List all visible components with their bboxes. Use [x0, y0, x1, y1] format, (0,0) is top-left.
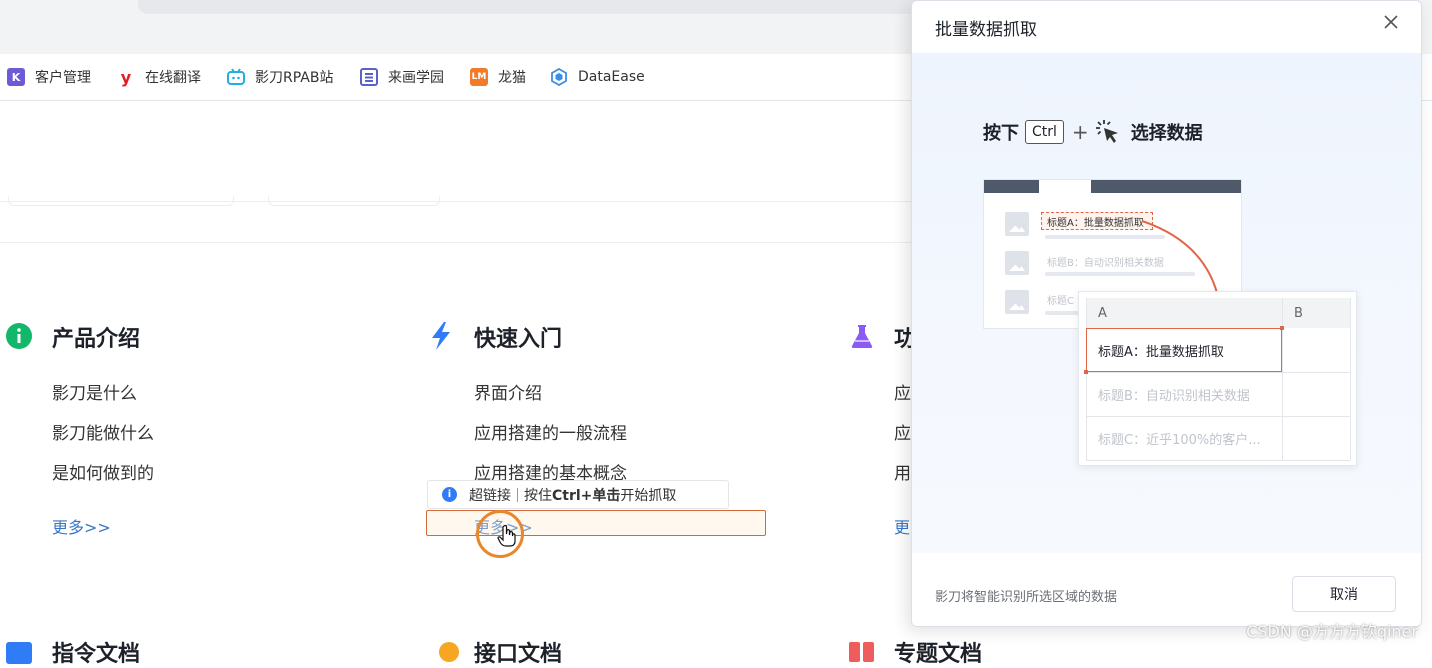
batch-capture-dialog: 批量数据抓取 按下 Ctrl + 选择数据 [911, 0, 1422, 627]
ctrl-key: Ctrl [1025, 120, 1064, 144]
more-link-feature[interactable]: 更 [894, 514, 910, 538]
bookmark-label: 龙猫 [498, 67, 526, 87]
dialog-title: 批量数据抓取 [935, 15, 1037, 40]
bookmark-translate[interactable]: y 在线翻译 [117, 66, 201, 88]
shortcut-hint: 按下 Ctrl + 选择数据 [983, 119, 1203, 145]
section-title-topics: 专题文档 [894, 636, 982, 668]
info-icon: i [442, 487, 457, 502]
hint-select-data: 选择数据 [1131, 119, 1203, 145]
link-general-process[interactable]: 应用搭建的一般流程 [474, 419, 627, 444]
link-feature-1[interactable]: 应 [894, 379, 911, 404]
section-title-api: 接口文档 [474, 636, 562, 668]
more-link-product[interactable]: 更多>> [52, 514, 111, 538]
column-header-b: B [1282, 298, 1350, 328]
illustration-item-a: 标题A：批量数据抓取 [1047, 214, 1144, 229]
section-title-product: 产品介绍 [52, 321, 140, 353]
link-feature-2[interactable]: 应 [894, 419, 911, 444]
image-icon [1005, 251, 1029, 275]
cancel-button[interactable]: 取消 [1292, 576, 1396, 612]
link-what-is-yingdao[interactable]: 影刀是什么 [52, 379, 137, 404]
link-how-it-works[interactable]: 是如何做到的 [52, 459, 154, 484]
bookmark-longmao[interactable]: LM 龙猫 [470, 66, 526, 88]
longmao-icon: LM [470, 68, 488, 86]
grid-line [1086, 460, 1350, 461]
dialog-header: 批量数据抓取 [912, 1, 1421, 53]
address-bar[interactable] [138, 0, 938, 14]
flask-icon [848, 322, 876, 350]
bookmark-label: DataEase [578, 69, 645, 85]
bookmark-label: 来画学园 [388, 67, 444, 87]
bookmark-yingdao-bilibili[interactable]: 影刀RPAB站 [227, 66, 333, 88]
bookmark-label: 影刀RPAB站 [255, 67, 333, 87]
capture-tooltip: i 超链接 按住 Ctrl+单击 开始抓取 [427, 480, 729, 509]
instruction-shortcut: Ctrl+单击 [552, 485, 620, 505]
watermark: CSDN @方方方钦qiner [1246, 618, 1418, 642]
illustration-table: A B 标题A：批量数据抓取 标题B：自动识别相关数据 标题C：近乎100%的客… [1078, 291, 1357, 466]
hand-cursor-icon [497, 524, 517, 552]
plug-icon [435, 638, 463, 666]
topic-icon [848, 638, 876, 666]
plus-sign: + [1072, 120, 1089, 144]
bookmark-crm[interactable]: K 客户管理 [7, 66, 91, 88]
link-feature-3[interactable]: 用 [894, 459, 911, 484]
bookmark-label: 客户管理 [35, 67, 91, 87]
instruction-suffix: 开始抓取 [620, 485, 676, 505]
column-header-a: A [1086, 298, 1282, 328]
grid-line [1350, 298, 1351, 460]
section-title-quickstart: 快速入门 [474, 321, 562, 353]
link-what-can-yingdao-do[interactable]: 影刀能做什么 [52, 419, 154, 444]
youdao-icon: y [117, 68, 135, 86]
bilibili-icon [227, 68, 245, 86]
search-box-remnant [8, 196, 234, 206]
lightning-icon [427, 322, 455, 350]
illustration-active-tab [1039, 180, 1091, 193]
folder-icon [5, 638, 33, 666]
link-interface-intro[interactable]: 界面介绍 [474, 379, 542, 404]
bookmark-label: 在线翻译 [145, 67, 201, 87]
laihua-icon [360, 68, 378, 86]
grid-line [1282, 298, 1283, 460]
search-box-remnant [268, 196, 440, 206]
row-selection-box [1086, 328, 1282, 372]
table-row-b: 标题B：自动识别相关数据 [1086, 372, 1282, 416]
illustration-item-c: 标题C [1047, 292, 1074, 307]
divider [0, 242, 911, 243]
footer-hint: 影刀将智能识别所选区域的数据 [935, 586, 1117, 605]
bookmark-dataease[interactable]: DataEase [550, 66, 645, 88]
kanban-icon: K [7, 68, 25, 86]
bookmark-laihua[interactable]: 来画学园 [360, 66, 444, 88]
hint-press: 按下 [983, 119, 1019, 145]
separator [517, 488, 518, 502]
dialog-body: 按下 Ctrl + 选择数据 [912, 53, 1421, 553]
image-icon [1005, 212, 1029, 236]
instruction-prefix: 按住 [524, 485, 552, 505]
selection-handle [1280, 326, 1284, 330]
info-icon [5, 322, 33, 350]
dialog-footer: 影刀将智能识别所选区域的数据 取消 [912, 553, 1421, 627]
close-icon[interactable] [1383, 13, 1399, 35]
illustration-tab-bar [984, 180, 1241, 193]
click-cursor-icon [1095, 119, 1121, 145]
table-row-c: 标题C：近乎100%的客户... [1086, 416, 1282, 460]
section-title-commands: 指令文档 [52, 636, 140, 668]
element-kind: 超链接 [469, 485, 511, 505]
image-icon [1005, 290, 1029, 314]
dataease-icon [550, 68, 568, 86]
